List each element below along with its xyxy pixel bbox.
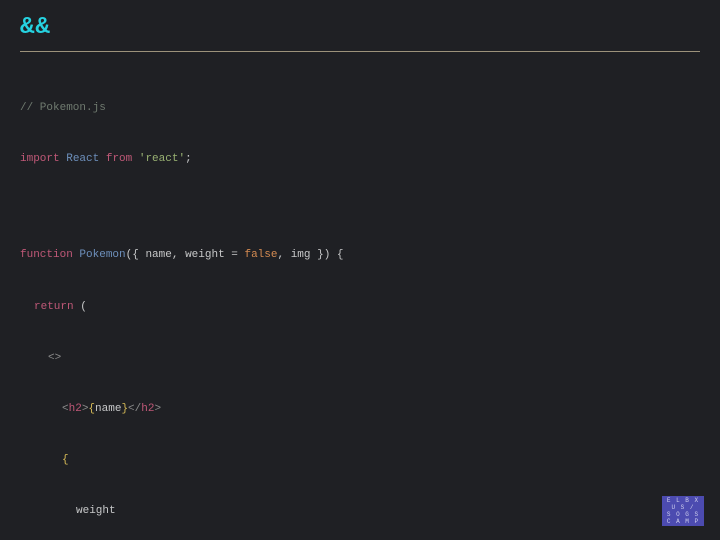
code-line: import React from 'react'; xyxy=(20,151,700,168)
slide-title: && xyxy=(20,14,700,51)
code-line: return ( xyxy=(20,299,700,316)
brand-badge: E L B X U S / S O G S C A M P xyxy=(662,496,704,526)
code-line: { xyxy=(20,452,700,469)
slide: && // Pokemon.js import React from 'reac… xyxy=(0,0,720,540)
code-line: <h2>{name}</h2> xyxy=(20,401,700,418)
code-line: <> xyxy=(20,350,700,367)
divider xyxy=(20,51,700,52)
brand-badge-text: E L B X U S / S O G S C A M P xyxy=(667,497,699,525)
code-line: weight xyxy=(20,503,700,520)
code-line: function Pokemon({ name, weight = false,… xyxy=(20,247,700,264)
code-comment: // Pokemon.js xyxy=(20,102,106,114)
code-block: // Pokemon.js import React from 'react';… xyxy=(20,66,700,540)
